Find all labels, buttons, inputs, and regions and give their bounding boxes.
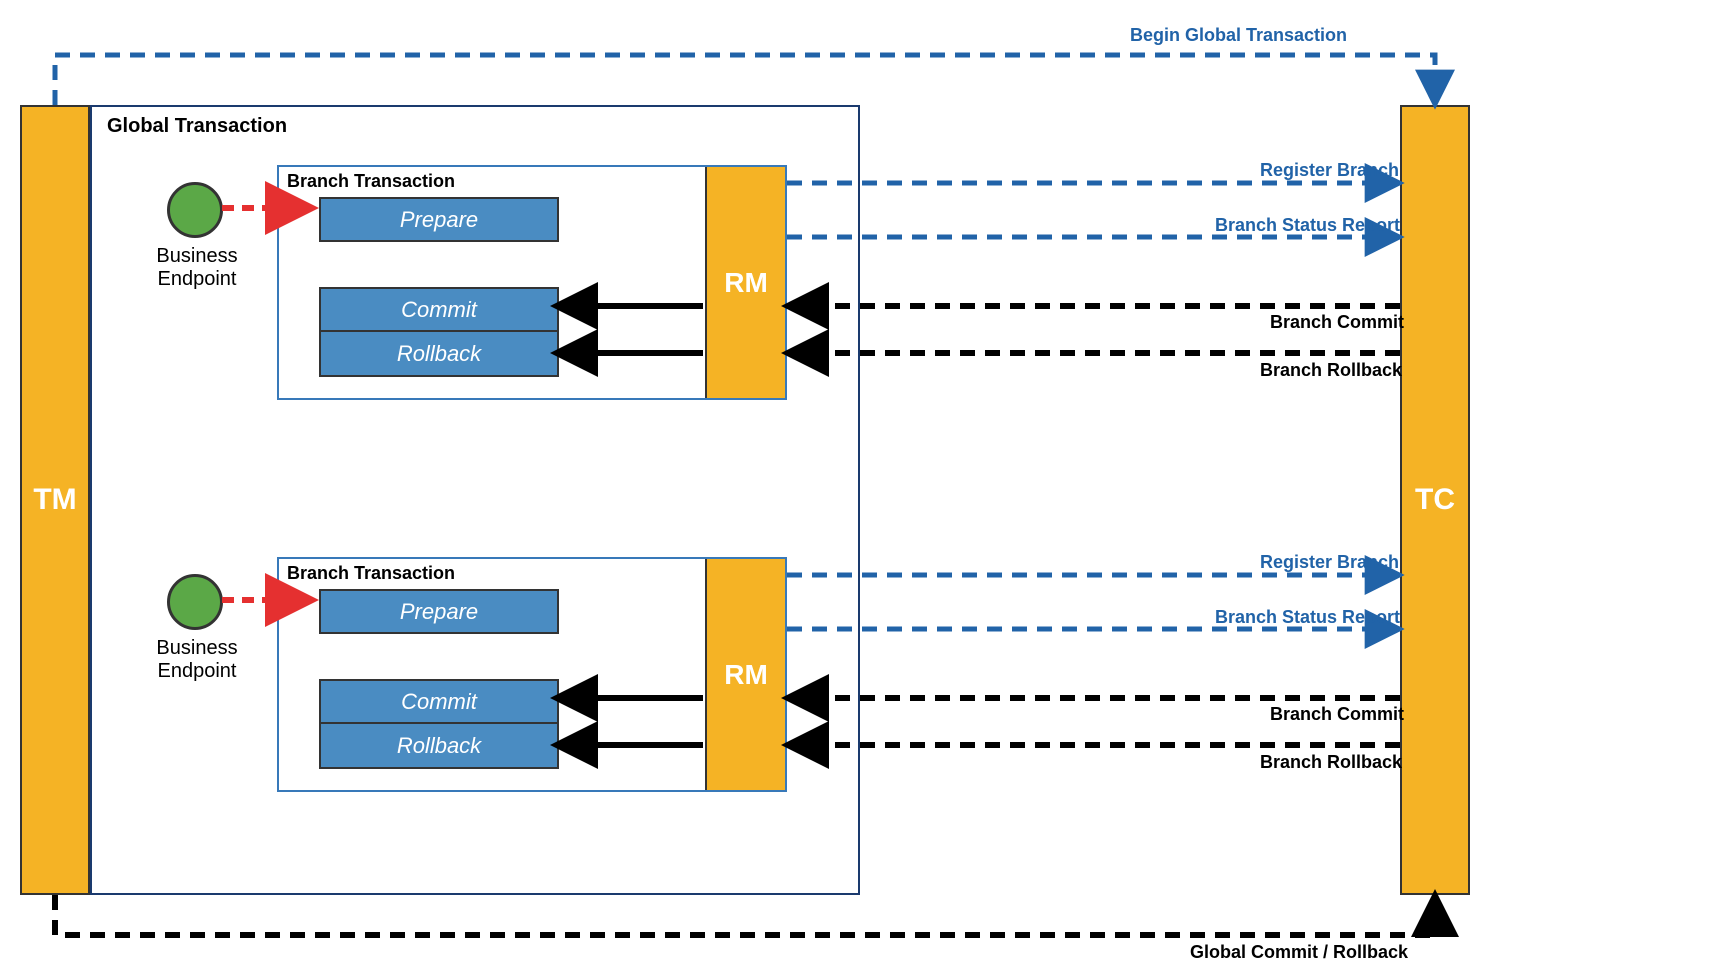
branch-transaction-title-1: Branch Transaction: [287, 171, 455, 192]
label-branch-commit-1: Branch Commit: [1270, 312, 1404, 333]
rollback-box-2: Rollback: [319, 724, 559, 769]
label-register-branch-2: Register Branch: [1260, 552, 1399, 573]
branch-transaction-1: Branch Transaction Prepare Commit Rollba…: [277, 165, 787, 400]
business-endpoint-1: [167, 182, 223, 238]
label-branch-status-1: Branch Status Report: [1215, 215, 1400, 236]
label-begin-global: Begin Global Transaction: [1130, 25, 1347, 46]
label-global-commit-rollback: Global Commit / Rollback: [1190, 942, 1408, 963]
branch-transaction-title-2: Branch Transaction: [287, 563, 455, 584]
label-branch-commit-2: Branch Commit: [1270, 704, 1404, 725]
business-endpoint-label-2: Business Endpoint: [142, 637, 252, 683]
business-endpoint-2: [167, 574, 223, 630]
commit-box-2: Commit: [319, 679, 559, 724]
label-branch-rollback-2: Branch Rollback: [1260, 752, 1402, 773]
label-branch-rollback-1: Branch Rollback: [1260, 360, 1402, 381]
global-transaction-title: Global Transaction: [107, 115, 287, 138]
rollback-box-1: Rollback: [319, 332, 559, 377]
prepare-box-1: Prepare: [319, 197, 559, 242]
global-transaction-container: Global Transaction Business Endpoint Bra…: [90, 105, 860, 895]
arrow-global-commit-rollback: [55, 895, 1435, 935]
tc-node: TC: [1400, 105, 1470, 895]
commit-box-1: Commit: [319, 287, 559, 332]
arrow-begin-global: [55, 55, 1435, 105]
rm-node-1: RM: [705, 167, 785, 398]
label-branch-status-2: Branch Status Report: [1215, 607, 1400, 628]
prepare-box-2: Prepare: [319, 589, 559, 634]
label-register-branch-1: Register Branch: [1260, 160, 1399, 181]
branch-transaction-2: Branch Transaction Prepare Commit Rollba…: [277, 557, 787, 792]
tm-node: TM: [20, 105, 90, 895]
business-endpoint-label-1: Business Endpoint: [142, 245, 252, 291]
rm-node-2: RM: [705, 559, 785, 790]
